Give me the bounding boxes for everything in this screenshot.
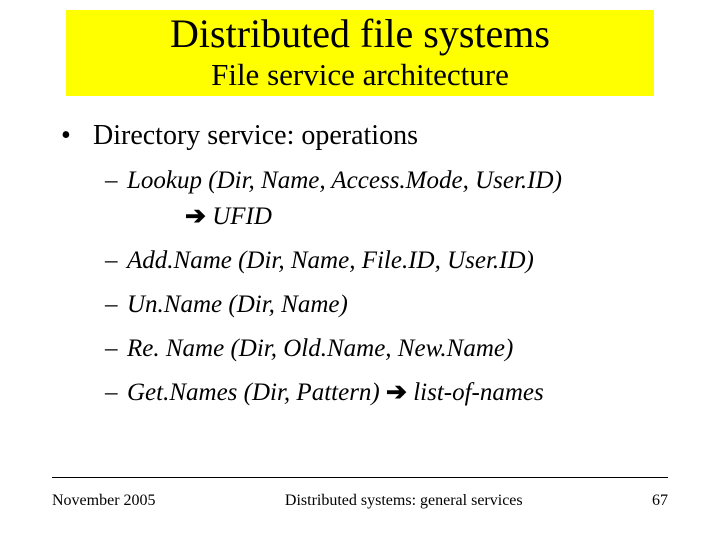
list-item: – Re. Name (Dir, Old.Name, New.Name) bbox=[105, 333, 665, 365]
arrow-icon: ➔ bbox=[185, 203, 206, 230]
bullet-icon: • bbox=[55, 118, 93, 153]
content-area: • Directory service: operations – Lookup… bbox=[0, 96, 720, 409]
footer-course: Distributed systems: general services bbox=[156, 492, 652, 510]
footer: November 2005 Distributed systems: gener… bbox=[52, 492, 668, 510]
dash-icon: – bbox=[105, 377, 127, 409]
op-rename: Re. Name (Dir, Old.Name, New.Name) bbox=[127, 333, 665, 365]
slide: Distributed file systems File service ar… bbox=[0, 0, 720, 540]
op-lookup: Lookup (Dir, Name, Access.Mode, User.ID) bbox=[127, 165, 665, 197]
op-lookup-result: ➔ UFID bbox=[105, 201, 665, 233]
footer-divider bbox=[52, 477, 668, 478]
section-heading: • Directory service: operations bbox=[55, 118, 665, 153]
op-addname: Add.Name (Dir, Name, File.ID, User.ID) bbox=[127, 245, 665, 277]
list-item: – Lookup (Dir, Name, Access.Mode, User.I… bbox=[105, 165, 665, 197]
op-unname: Un.Name (Dir, Name) bbox=[127, 289, 665, 321]
dash-icon: – bbox=[105, 245, 127, 277]
dash-icon: – bbox=[105, 289, 127, 321]
lookup-result-text: UFID bbox=[212, 203, 272, 230]
footer-date: November 2005 bbox=[52, 492, 156, 510]
getnames-post: list-of-names bbox=[407, 379, 544, 406]
dash-icon: – bbox=[105, 165, 127, 197]
operation-list: – Lookup (Dir, Name, Access.Mode, User.I… bbox=[55, 165, 665, 409]
list-item: – Un.Name (Dir, Name) bbox=[105, 289, 665, 321]
heading-text: Directory service: operations bbox=[93, 118, 418, 153]
dash-icon: – bbox=[105, 333, 127, 365]
getnames-pre: Get.Names (Dir, Pattern) bbox=[127, 379, 386, 406]
op-getnames: Get.Names (Dir, Pattern) ➔ list-of-names bbox=[127, 377, 665, 409]
list-item: – Get.Names (Dir, Pattern) ➔ list-of-nam… bbox=[105, 377, 665, 409]
slide-subtitle: File service architecture bbox=[66, 58, 654, 92]
footer-page: 67 bbox=[652, 492, 668, 510]
list-item: – Add.Name (Dir, Name, File.ID, User.ID) bbox=[105, 245, 665, 277]
arrow-icon: ➔ bbox=[386, 379, 407, 406]
title-block: Distributed file systems File service ar… bbox=[66, 10, 654, 96]
slide-title: Distributed file systems bbox=[66, 12, 654, 56]
